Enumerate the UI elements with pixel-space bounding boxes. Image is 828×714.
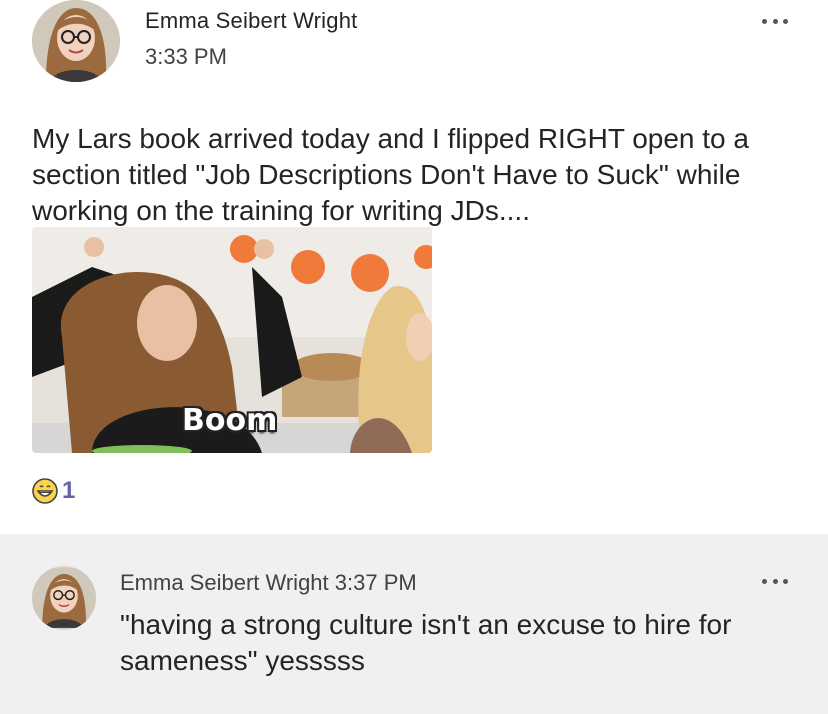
grinning-emoji-icon <box>32 478 58 504</box>
avatar[interactable] <box>32 566 96 630</box>
avatar-photo <box>32 0 120 82</box>
reaction-count: 1 <box>62 477 76 504</box>
avatar-photo <box>32 568 96 628</box>
reply-body: "having a strong culture isn't an excuse… <box>120 609 732 676</box>
gif-caption: Boom <box>182 403 278 438</box>
reply-timestamp: 3:37 PM <box>334 570 417 595</box>
reply-author[interactable]: Emma Seibert Wright <box>120 570 329 595</box>
reaction-pill[interactable]: 1 <box>32 476 75 506</box>
post-author[interactable]: Emma Seibert Wright <box>145 8 357 34</box>
avatar[interactable] <box>32 0 120 82</box>
reply-message: Emma Seibert Wright 3:37 PM "having a st… <box>0 534 828 714</box>
post-timestamp: 3:33 PM <box>145 44 227 69</box>
gif-image[interactable]: Boom <box>32 227 432 453</box>
message-post: Emma Seibert Wright 3:33 PM My Lars book… <box>0 0 828 534</box>
more-options-icon[interactable] <box>762 14 788 28</box>
more-options-icon[interactable] <box>762 574 788 588</box>
reply-header: Emma Seibert Wright 3:37 PM <box>120 570 417 596</box>
post-body: My Lars book arrived today and I flipped… <box>32 123 749 226</box>
